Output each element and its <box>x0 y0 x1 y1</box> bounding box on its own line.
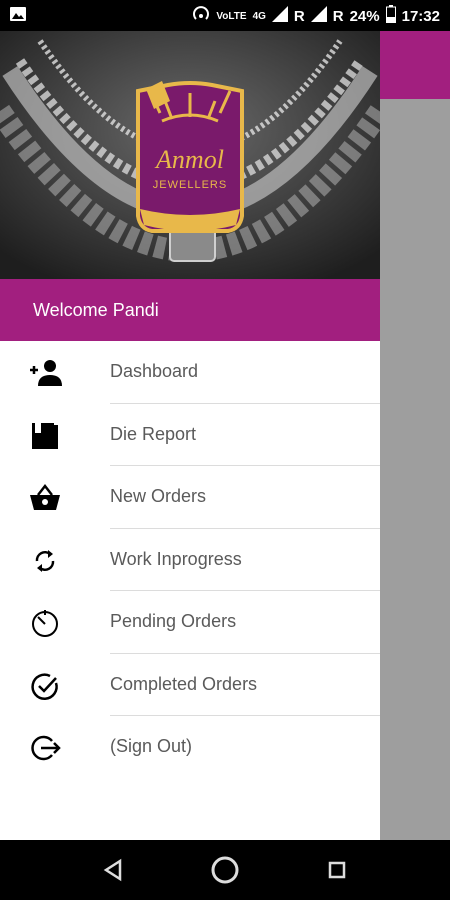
menu-item-pending-orders[interactable]: Pending Orders <box>0 591 380 654</box>
welcome-text: Welcome Pandi <box>33 299 159 320</box>
system-navigation-bar <box>0 840 450 900</box>
drawer-header-image: Anmol JEWELLERS <box>0 31 380 279</box>
drawer-menu: Dashboard Die Report New Orders Work Inp… <box>0 341 380 779</box>
back-button[interactable] <box>96 853 130 887</box>
check-circle-icon <box>28 671 62 701</box>
home-button[interactable] <box>208 853 242 887</box>
menu-label-sign-out: (Sign Out) <box>110 736 193 756</box>
menu-item-completed-orders[interactable]: Completed Orders <box>0 654 380 716</box>
signal-icon <box>271 6 288 26</box>
menu-item-work-inprogress[interactable]: Work Inprogress <box>0 529 380 591</box>
gallery-notification-icon <box>10 7 26 25</box>
welcome-banner: Welcome Pandi <box>0 279 380 341</box>
drawer-scrim[interactable] <box>380 99 450 840</box>
volte-label: VoLTE <box>216 10 247 22</box>
sign-out-icon <box>28 733 62 763</box>
brand-subtitle: JEWELLERS <box>153 179 227 191</box>
basket-icon <box>28 483 62 513</box>
menu-item-dashboard[interactable]: Dashboard <box>0 341 380 404</box>
brand-name: Anmol <box>154 145 224 174</box>
menu-label-new-orders: New Orders <box>110 486 207 506</box>
add-person-icon <box>28 358 62 388</box>
menu-item-sign-out[interactable]: (Sign Out) <box>0 716 380 779</box>
signal-icon-2 <box>310 6 327 26</box>
menu-label-dashboard: Dashboard <box>110 361 199 381</box>
menu-label-work-inprogress: Work Inprogress <box>110 548 242 569</box>
network-type-label: 4G <box>252 10 266 22</box>
app-toolbar-behind <box>380 31 450 99</box>
menu-label-die-report: Die Report <box>110 423 197 444</box>
battery-icon <box>385 5 396 27</box>
book-icon <box>28 421 62 451</box>
roaming-indicator-1: R <box>293 7 305 25</box>
menu-label-completed-orders: Completed Orders <box>110 673 258 694</box>
menu-item-new-orders[interactable]: New Orders <box>0 466 380 529</box>
sync-icon <box>28 546 62 576</box>
menu-item-die-report[interactable]: Die Report <box>0 404 380 466</box>
timer-icon <box>28 608 62 638</box>
battery-percent: 24% <box>349 7 380 25</box>
recents-button[interactable] <box>320 853 354 887</box>
hotspot-icon <box>192 5 210 27</box>
menu-label-pending-orders: Pending Orders <box>110 611 237 631</box>
roaming-indicator-2: R <box>332 7 344 25</box>
clock: 17:32 <box>401 7 440 25</box>
navigation-drawer: Anmol JEWELLERS Welcome Pandi Dashboard … <box>0 31 380 840</box>
status-bar: VoLTE 4G R R 24% 17:32 <box>0 0 450 31</box>
